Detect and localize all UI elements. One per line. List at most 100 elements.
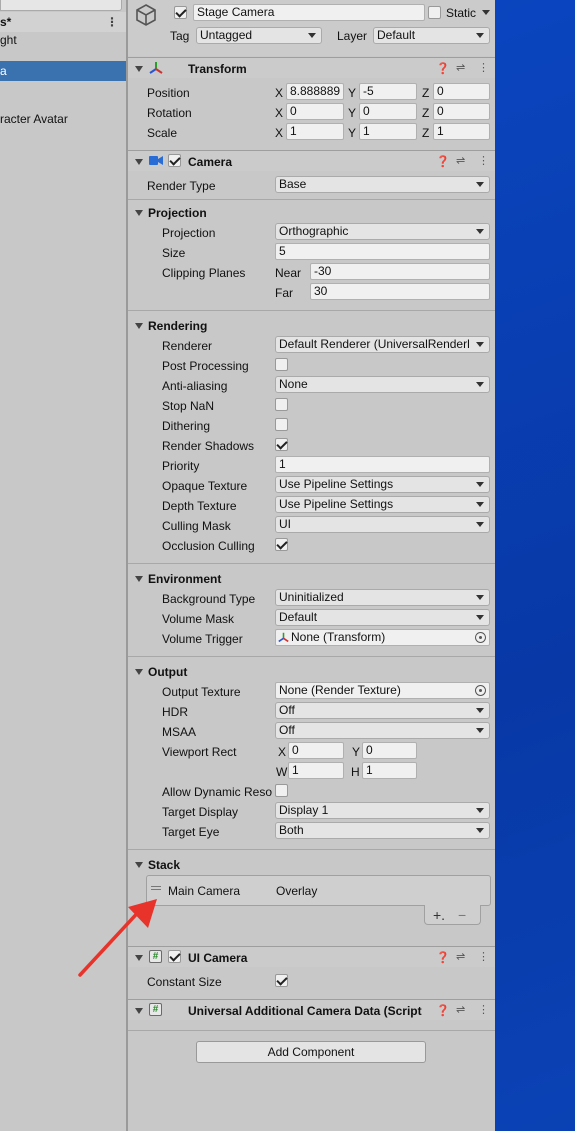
viewport-h-label[interactable]: H — [351, 764, 360, 780]
far-field[interactable]: 30 — [310, 283, 490, 300]
static-dropdown-icon[interactable] — [482, 10, 490, 15]
volume-trigger-field[interactable]: None (Transform) — [275, 629, 490, 646]
axis-z-label[interactable]: Z — [422, 85, 429, 101]
msaa-dropdown[interactable]: Off — [275, 722, 490, 739]
viewport-w-field[interactable]: 1 — [288, 762, 344, 779]
add-component-button[interactable]: Add Component — [196, 1041, 426, 1063]
post-processing-checkbox[interactable] — [275, 358, 288, 371]
object-picker-icon[interactable] — [475, 685, 486, 696]
foldout-icon[interactable] — [135, 66, 143, 72]
ui-camera-enabled-checkbox[interactable] — [168, 950, 181, 963]
presets-icon[interactable]: ⇌ — [456, 951, 465, 963]
scale-z-field[interactable]: 1 — [433, 123, 490, 140]
more-icon[interactable]: ⋮ — [478, 155, 489, 167]
more-icon[interactable]: ⋮ — [478, 1004, 489, 1016]
scale-y-field[interactable]: 1 — [359, 123, 417, 140]
anti-aliasing-dropdown[interactable]: None — [275, 376, 490, 393]
rendering-header[interactable]: Rendering — [148, 318, 207, 334]
position-y-field[interactable]: -5 — [359, 83, 417, 100]
hierarchy-scene-header[interactable]: s* ⋮ — [0, 12, 126, 32]
volume-mask-dropdown[interactable]: Default — [275, 609, 490, 626]
viewport-x-field[interactable]: 0 — [288, 742, 344, 759]
hierarchy-item-selected[interactable]: a — [0, 61, 126, 81]
output-texture-field[interactable]: None (Render Texture) — [275, 682, 490, 699]
render-shadows-checkbox[interactable] — [275, 438, 288, 451]
dynamic-resolution-checkbox[interactable] — [275, 784, 288, 797]
hierarchy-item[interactable]: racter Avatar — [0, 109, 126, 129]
scale-x-field[interactable]: 1 — [286, 123, 344, 140]
add-stack-button[interactable]: +. — [433, 907, 445, 923]
constant-size-checkbox[interactable] — [275, 974, 288, 987]
hdr-dropdown[interactable]: Off — [275, 702, 490, 719]
environment-header[interactable]: Environment — [148, 571, 221, 587]
stack-item-name[interactable]: Main Camera — [168, 883, 240, 899]
help-icon[interactable]: ❓ — [436, 952, 450, 964]
layer-dropdown[interactable]: Default — [373, 27, 490, 44]
foldout-icon[interactable] — [135, 955, 143, 961]
help-icon[interactable]: ❓ — [436, 1005, 450, 1017]
more-icon[interactable]: ⋮ — [478, 62, 489, 74]
presets-icon[interactable]: ⇌ — [456, 155, 465, 167]
foldout-icon[interactable] — [135, 576, 143, 582]
viewport-x-label[interactable]: X — [278, 744, 286, 760]
help-icon[interactable]: ❓ — [436, 156, 450, 168]
occlusion-culling-checkbox[interactable] — [275, 538, 288, 551]
foldout-icon[interactable] — [135, 159, 143, 165]
more-icon[interactable]: ⋮ — [106, 12, 118, 32]
camera-enabled-checkbox[interactable] — [168, 154, 181, 167]
drag-handle-icon[interactable] — [151, 886, 161, 887]
rotation-y-field[interactable]: 0 — [359, 103, 417, 120]
target-eye-dropdown[interactable]: Both — [275, 822, 490, 839]
culling-mask-dropdown[interactable]: UI — [275, 516, 490, 533]
object-picker-icon[interactable] — [475, 632, 486, 643]
axis-y-label[interactable]: Y — [348, 105, 356, 121]
object-name-field[interactable]: Stage Camera — [193, 4, 425, 21]
foldout-icon[interactable] — [135, 862, 143, 868]
tag-dropdown[interactable]: Untagged — [196, 27, 322, 44]
position-z-field[interactable]: 0 — [433, 83, 490, 100]
output-header[interactable]: Output — [148, 664, 187, 680]
projection-header[interactable]: Projection — [148, 205, 207, 221]
render-type-dropdown[interactable]: Base — [275, 176, 490, 193]
hierarchy-panel: s* ⋮ ght a racter Avatar — [0, 0, 126, 1131]
remove-stack-button[interactable]: − — [458, 907, 466, 923]
rotation-z-field[interactable]: 0 — [433, 103, 490, 120]
foldout-icon[interactable] — [135, 1008, 143, 1014]
stop-nan-checkbox[interactable] — [275, 398, 288, 411]
foldout-icon[interactable] — [135, 323, 143, 329]
axis-z-label[interactable]: Z — [422, 125, 429, 141]
renderer-dropdown[interactable]: Default Renderer (UniversalRenderl — [275, 336, 490, 353]
hierarchy-search-field[interactable] — [0, 0, 122, 11]
dithering-checkbox[interactable] — [275, 418, 288, 431]
background-type-dropdown[interactable]: Uninitialized — [275, 589, 490, 606]
stack-header[interactable]: Stack — [148, 857, 180, 873]
depth-texture-dropdown[interactable]: Use Pipeline Settings — [275, 496, 490, 513]
viewport-w-label[interactable]: W — [276, 764, 287, 780]
near-field[interactable]: -30 — [310, 263, 490, 280]
presets-icon[interactable]: ⇌ — [456, 1004, 465, 1016]
help-icon[interactable]: ❓ — [436, 63, 450, 75]
target-display-dropdown[interactable]: Display 1 — [275, 802, 490, 819]
viewport-y-field[interactable]: 0 — [362, 742, 417, 759]
opaque-texture-dropdown[interactable]: Use Pipeline Settings — [275, 476, 490, 493]
priority-field[interactable]: 1 — [275, 456, 490, 473]
projection-dropdown[interactable]: Orthographic — [275, 223, 490, 240]
rotation-x-field[interactable]: 0 — [286, 103, 344, 120]
position-x-field[interactable]: 8.888889 — [286, 83, 344, 100]
viewport-y-label[interactable]: Y — [352, 744, 360, 760]
viewport-h-field[interactable]: 1 — [362, 762, 417, 779]
foldout-icon[interactable] — [135, 669, 143, 675]
presets-icon[interactable]: ⇌ — [456, 62, 465, 74]
axis-y-label[interactable]: Y — [348, 125, 356, 141]
foldout-icon[interactable] — [135, 210, 143, 216]
axis-z-label[interactable]: Z — [422, 105, 429, 121]
axis-x-label[interactable]: X — [275, 125, 283, 141]
axis-y-label[interactable]: Y — [348, 85, 356, 101]
axis-x-label[interactable]: X — [275, 85, 283, 101]
hierarchy-item[interactable]: ght — [0, 30, 126, 50]
more-icon[interactable]: ⋮ — [478, 951, 489, 963]
size-field[interactable]: 5 — [275, 243, 490, 260]
axis-x-label[interactable]: X — [275, 105, 283, 121]
static-checkbox[interactable] — [428, 6, 441, 19]
active-checkbox[interactable] — [174, 6, 187, 19]
